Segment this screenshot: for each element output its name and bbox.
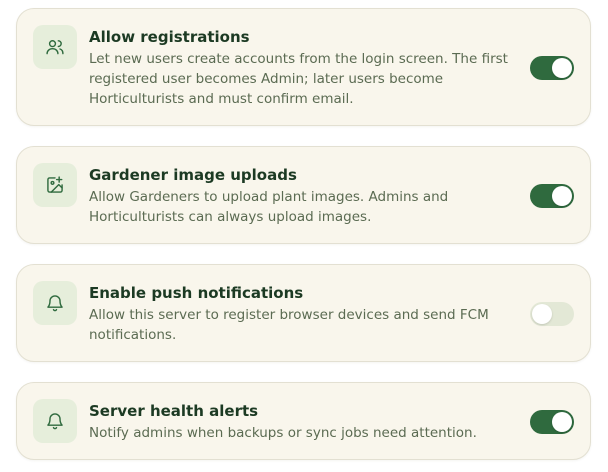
setting-title: Server health alerts xyxy=(89,402,259,420)
setting-description: Let new users create accounts from the l… xyxy=(89,51,508,107)
toggle-knob xyxy=(532,304,552,324)
setting-description: Allow this server to register browser de… xyxy=(89,307,489,343)
setting-title: Allow registrations xyxy=(89,28,250,46)
bell-icon xyxy=(33,281,77,325)
setting-card-gardener-image-uploads: Gardener image uploads Allow Gardeners t… xyxy=(16,146,591,244)
users-icon xyxy=(33,25,77,69)
setting-card-enable-push-notifications: Enable push notifications Allow this ser… xyxy=(16,264,591,362)
setting-description: Allow Gardeners to upload plant images. … xyxy=(89,189,449,225)
enable-push-notifications-toggle[interactable] xyxy=(530,302,574,326)
allow-registrations-toggle[interactable] xyxy=(530,56,574,80)
setting-title: Gardener image uploads xyxy=(89,166,297,184)
settings-list: Allow registrations Let new users create… xyxy=(0,0,608,472)
toggle-knob xyxy=(552,186,572,206)
image-plus-icon xyxy=(33,163,77,207)
setting-card-allow-registrations: Allow registrations Let new users create… xyxy=(16,8,591,126)
toggle-knob xyxy=(552,412,572,432)
setting-title: Enable push notifications xyxy=(89,284,304,302)
bell-icon xyxy=(33,399,77,443)
setting-description: Notify admins when backups or sync jobs … xyxy=(89,425,477,441)
setting-card-server-health-alerts: Server health alerts Notify admins when … xyxy=(16,382,591,460)
server-health-alerts-toggle[interactable] xyxy=(530,410,574,434)
gardener-image-uploads-toggle[interactable] xyxy=(530,184,574,208)
toggle-knob xyxy=(552,58,572,78)
